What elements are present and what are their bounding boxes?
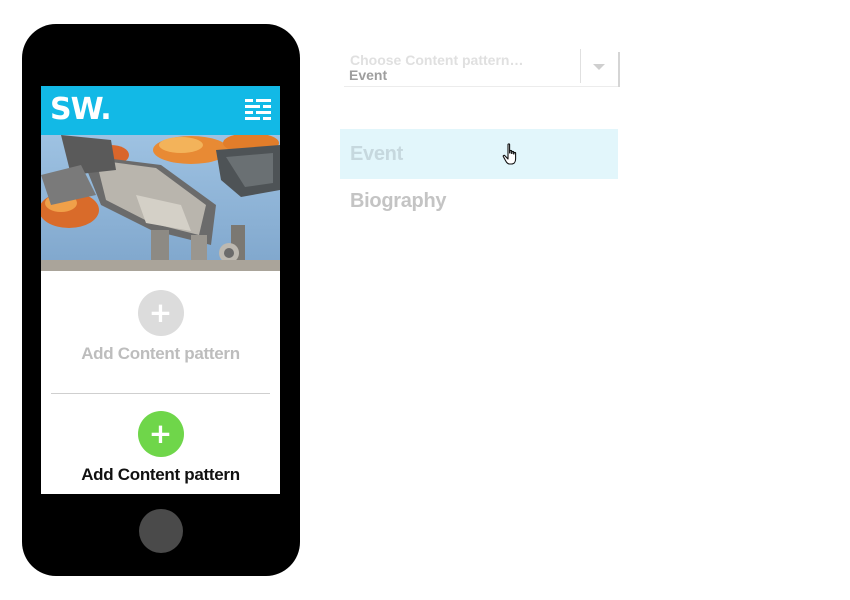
phone-mockup: SW. + Add Content pattern + Add Content … (22, 24, 300, 576)
option-event[interactable]: Event (340, 129, 618, 179)
hand-pointer-icon (502, 143, 517, 165)
plus-icon[interactable]: + (137, 411, 184, 457)
chevron-down-icon[interactable] (593, 64, 605, 70)
content-pattern-select[interactable]: Choose Content pattern… Event (344, 48, 620, 87)
add-content-pattern-label: Add Content pattern (81, 344, 240, 363)
select-placeholder: Choose Content pattern… (350, 52, 524, 68)
hero-image (41, 135, 280, 271)
divider (51, 393, 270, 394)
plus-icon: + (137, 290, 184, 336)
home-button[interactable] (139, 509, 183, 553)
stage: SW. + Add Content pattern + Add Content … (0, 0, 850, 600)
select-separator (580, 49, 581, 83)
add-content-pattern-button[interactable]: + Add Content pattern (41, 411, 280, 485)
app-header: SW. (41, 86, 280, 135)
add-content-pattern-disabled: + Add Content pattern (41, 290, 280, 364)
add-content-pattern-label[interactable]: Add Content pattern (41, 465, 280, 485)
phone-screen: SW. + Add Content pattern + Add Content … (41, 86, 280, 494)
select-border (618, 52, 620, 87)
menu-icon[interactable] (245, 99, 271, 121)
site-logo[interactable]: SW. (50, 92, 112, 128)
option-biography[interactable]: Biography (340, 176, 618, 226)
select-value: Event (349, 67, 388, 83)
